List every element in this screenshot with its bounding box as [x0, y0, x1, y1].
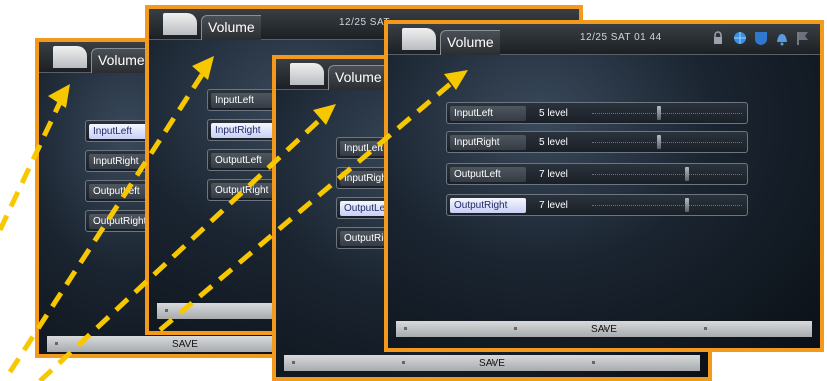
globe-icon — [733, 30, 747, 46]
page-title: Volume — [91, 48, 151, 73]
back-tab[interactable] — [402, 28, 436, 50]
level-value: 5 level — [539, 137, 568, 148]
page-title: Volume — [440, 30, 500, 55]
volume-row-output-left[interactable]: OutputLeft 7 level — [446, 163, 748, 185]
row-label: InputLeft — [89, 124, 147, 139]
row-label: OutputRight — [89, 214, 152, 229]
row-label: InputRight — [89, 154, 147, 169]
slider-thumb[interactable] — [685, 198, 689, 212]
back-tab[interactable] — [53, 46, 87, 68]
volume-row-input-right[interactable]: InputRight 5 level — [446, 131, 748, 153]
title-bar: Volume 12/25 SAT 01 44 — [388, 24, 820, 55]
datetime: 12/25 SAT — [339, 17, 391, 28]
volume-row-output-right[interactable]: OutputRight 7 level — [446, 194, 748, 216]
level-value: 5 level — [539, 108, 568, 119]
datetime: 12/25 SAT 01 44 — [580, 32, 662, 43]
slider-thumb[interactable] — [657, 135, 661, 149]
row-label: OutputRight — [211, 183, 274, 198]
row-label: InputLeft — [211, 93, 274, 108]
row-label: OutputLeft — [89, 184, 147, 199]
back-tab[interactable] — [290, 63, 324, 85]
shield-icon — [754, 30, 768, 46]
row-label: InputRight — [211, 123, 274, 138]
bell-icon — [775, 30, 789, 46]
level-value: 7 level — [539, 169, 568, 180]
slider-track — [592, 113, 742, 114]
slider-thumb[interactable] — [685, 167, 689, 181]
row-label: OutputLeft — [211, 153, 274, 168]
slider-track — [592, 205, 742, 206]
page-title: Volume — [328, 65, 388, 90]
page-title: Volume — [201, 15, 261, 40]
level-value: 7 level — [539, 200, 568, 211]
back-tab[interactable] — [163, 13, 197, 35]
slider-thumb[interactable] — [657, 106, 661, 120]
row-label: InputLeft — [450, 106, 526, 121]
flag-icon — [796, 30, 810, 46]
slider-track — [592, 142, 742, 143]
slider-track — [592, 174, 742, 175]
status-icons — [712, 30, 810, 46]
screen-volume-step4: Volume 12/25 SAT 01 44 InputLeft 5 level — [384, 20, 824, 352]
row-label: OutputLeft — [450, 167, 526, 182]
row-label: InputRight — [450, 135, 526, 150]
bottom-bar: SAVE — [396, 321, 812, 337]
bottom-bar: SAVE — [47, 336, 283, 352]
lock-icon — [712, 30, 726, 46]
bottom-bar: SAVE — [284, 355, 700, 371]
volume-row-input-left[interactable]: InputLeft 5 level — [446, 102, 748, 124]
row-label: OutputRight — [450, 198, 526, 213]
save-button[interactable]: SAVE — [172, 339, 198, 350]
